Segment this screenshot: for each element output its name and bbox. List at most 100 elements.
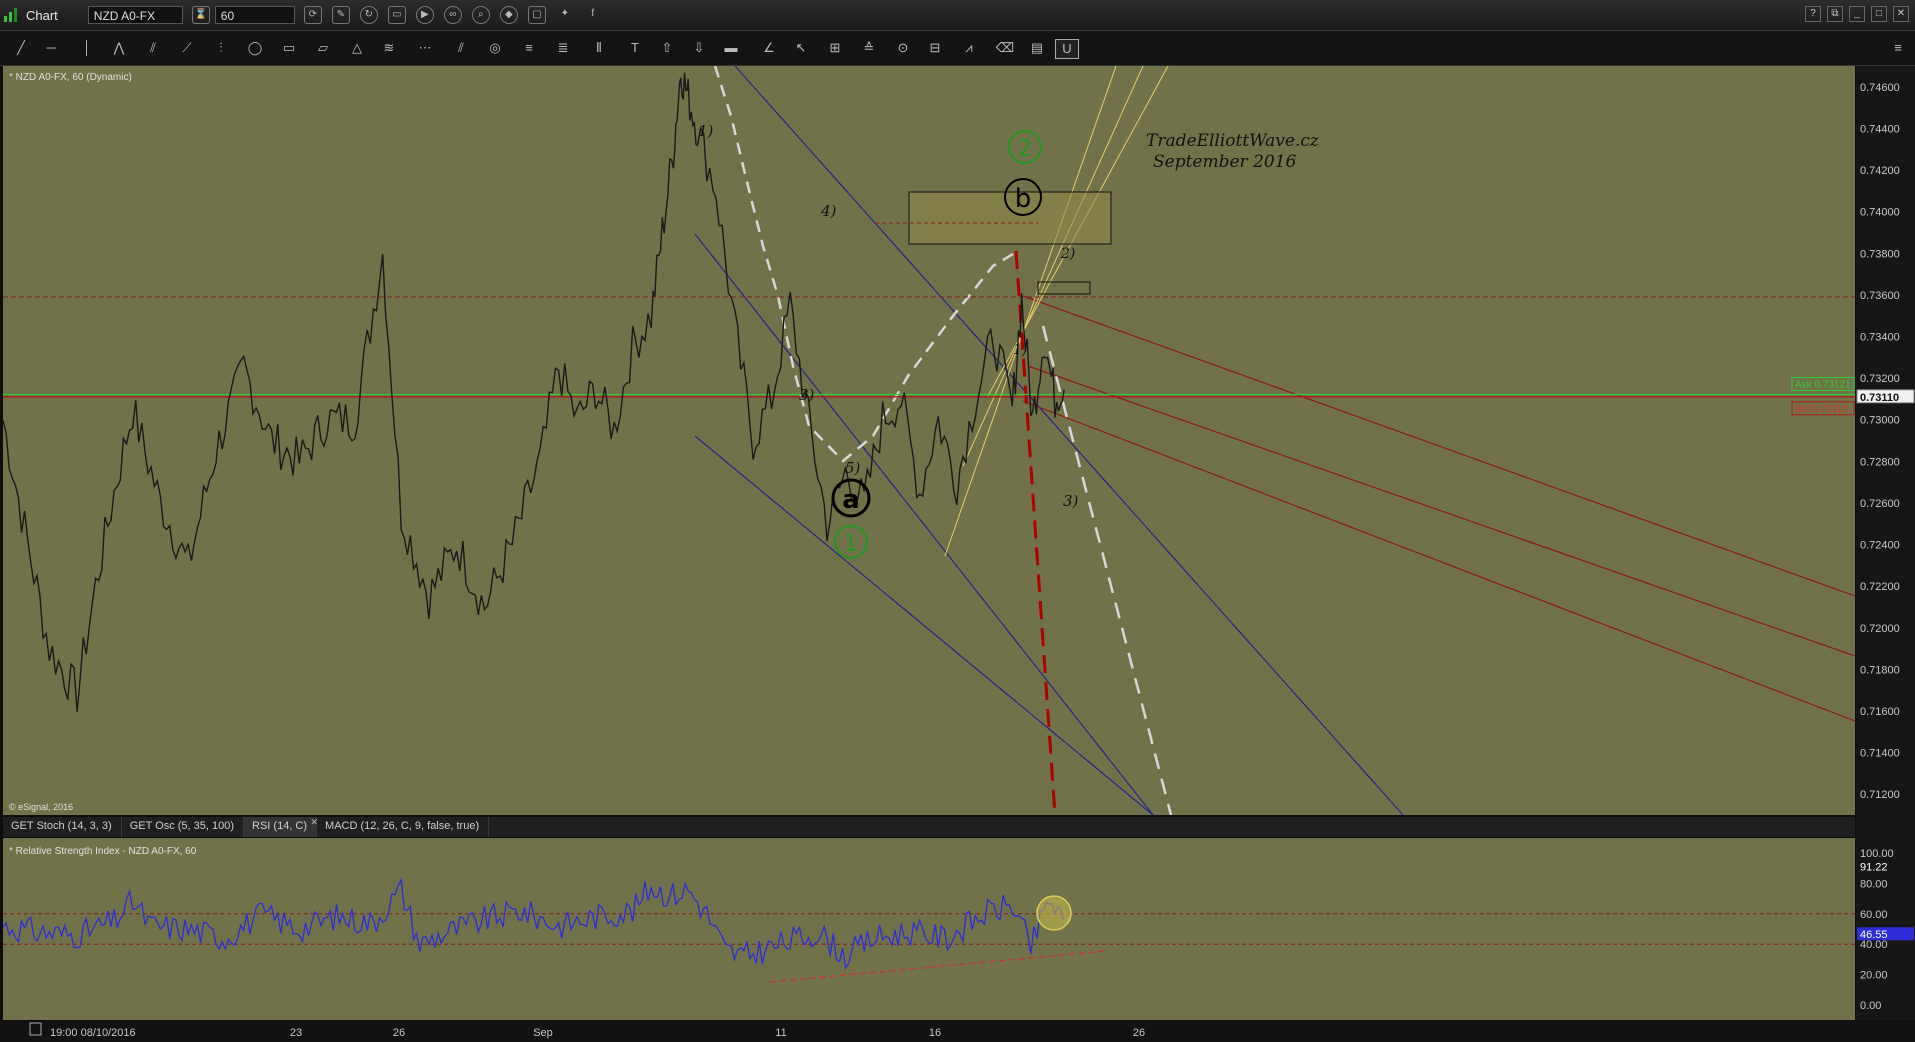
minimize-icon[interactable]: _	[1849, 6, 1865, 22]
price-pane[interactable]: * NZD A0-FX, 60 (Dynamic) © eSignal, 201…	[3, 66, 1855, 815]
rectangle-tool-icon[interactable]: ▭	[278, 39, 300, 57]
wave-label-4: 4)	[820, 202, 837, 220]
projection-path[interactable]	[713, 66, 1019, 463]
rsi-value-label: 46.55	[1860, 929, 1888, 941]
price-tick-label: 0.73800	[1860, 248, 1900, 260]
twitter-icon[interactable]: ✦	[556, 6, 574, 24]
layout-icon[interactable]: ▭	[387, 6, 406, 24]
grid-tool-icon[interactable]: ⊞	[824, 39, 846, 57]
rsi-info-text: * Relative Strength Index - NZD A0-FX, 6…	[9, 846, 197, 857]
channel-tool-icon[interactable]: ⫽	[450, 39, 472, 57]
price-tick-label: 0.74200	[1860, 165, 1900, 177]
toolbar-menu-icon[interactable]: ≡	[1887, 39, 1909, 57]
line-tool-icon[interactable]: ╱	[10, 39, 32, 57]
rsi-pane[interactable]: * Relative Strength Index - NZD A0-FX, 6…	[3, 838, 1855, 1020]
target-tool-icon[interactable]: ◎	[484, 39, 506, 57]
blue-channel-mid[interactable]	[694, 233, 1154, 815]
scroll-start-icon[interactable]	[29, 1022, 42, 1036]
vline-tool-icon[interactable]: │	[76, 39, 98, 57]
rsi-tick-label: 80.00	[1860, 878, 1888, 890]
clock-icon[interactable]: ⟳	[303, 6, 322, 24]
fib-fan-tool-icon[interactable]: ⟋	[176, 39, 198, 57]
window-title: Chart	[26, 7, 58, 23]
bar-tool-icon[interactable]: ▬	[720, 39, 742, 57]
help-icon[interactable]: ?	[1805, 6, 1821, 22]
pencil-icon[interactable]: ✎	[331, 6, 350, 24]
facebook-icon[interactable]: f	[584, 6, 602, 24]
close-icon[interactable]: ✕	[1893, 6, 1909, 22]
text-tool-icon[interactable]: T	[624, 39, 646, 57]
yellow-fan-line-2[interactable]	[962, 66, 1144, 467]
zigzag-tool-icon[interactable]: ⩘	[958, 39, 980, 57]
arrow-down-tool-icon[interactable]: ⇩	[688, 39, 710, 57]
regression-tool-icon[interactable]: ≋	[378, 39, 400, 57]
symbol-input[interactable]: NZD A0-FX	[87, 6, 183, 24]
play-icon[interactable]: ▶	[415, 6, 434, 24]
link-icon[interactable]: ∞	[443, 6, 462, 24]
fib-ext-tool-icon[interactable]: ≣	[552, 39, 574, 57]
red-fan-line-3[interactable]	[1022, 400, 1855, 722]
rsi-highlight-circle	[1036, 895, 1072, 931]
indicator-tab[interactable]: RSI (14, C) ✕	[244, 817, 318, 837]
fib-retrace-tool-icon[interactable]: ≡	[518, 39, 540, 57]
price-axis[interactable]: 0.74600 0.74400 0.74200 0.74000 0.73800 0.736…	[1856, 66, 1915, 1020]
indicator-tab-label: GET Osc (5, 35, 100)	[129, 820, 235, 832]
pane-info-text: * NZD A0-FX, 60 (Dynamic)	[9, 72, 132, 83]
fib-lines-tool-icon[interactable]: ⫶	[210, 39, 232, 57]
resistance-box[interactable]	[908, 191, 1112, 245]
refresh-icon[interactable]: ↻	[359, 6, 378, 24]
angle-tool-icon[interactable]: ∠	[758, 39, 780, 57]
rsi-chart-svg: * Relative Strength Index - NZD A0-FX, 6…	[3, 846, 1855, 983]
tag-icon[interactable]: ◆	[499, 6, 518, 24]
triangle-tool-icon[interactable]: △	[346, 39, 368, 57]
red-fan-line-2[interactable]	[1027, 365, 1855, 657]
indicator-tab[interactable]: GET Osc (5, 35, 100)	[122, 817, 245, 837]
cycle-tool-icon[interactable]: ⋯	[414, 39, 436, 57]
time-tick-label: 23	[290, 1027, 302, 1039]
wave-b-label: b	[1015, 184, 1032, 214]
arrow-up-tool-icon[interactable]: ⇧	[656, 39, 678, 57]
comment-tool-icon[interactable]: ▤	[1026, 39, 1048, 57]
time-zones-tool-icon[interactable]: ⦀	[588, 39, 610, 57]
price-tick-label: 0.74600	[1860, 82, 1900, 94]
projection-down-red[interactable]	[1014, 250, 1057, 815]
time-tick-label: Sep	[533, 1027, 553, 1039]
price-tick-label: 0.74400	[1860, 123, 1900, 135]
search-icon[interactable]: ⌕	[471, 6, 490, 24]
sub-wave-label-1: 1)	[1013, 342, 1027, 358]
indicator-tab[interactable]: MACD (12, 26, C, 9, false, true)	[317, 817, 490, 837]
chat-icon[interactable]: ▢	[527, 6, 546, 24]
wave-tool-icon[interactable]: ⋀	[108, 39, 130, 57]
rsi-tick-label: 60.00	[1860, 909, 1888, 921]
time-axis[interactable]: 19:00 08/10/2016 23 26 Sep 11 16 26	[0, 1021, 1915, 1042]
dock-icon[interactable]: ⧉	[1827, 6, 1843, 22]
time-tick-label: 11	[775, 1027, 786, 1039]
red-fan-line-1[interactable]	[1022, 295, 1855, 597]
hline-tool-icon[interactable]: ─	[40, 39, 62, 57]
interval-icon[interactable]: ⌛	[191, 6, 210, 24]
parallelogram-tool-icon[interactable]: ▱	[312, 39, 334, 57]
maximize-icon[interactable]: □	[1871, 6, 1887, 22]
blue-channel-lower[interactable]	[694, 435, 1154, 815]
time-tick-label: 26	[1133, 1027, 1145, 1039]
arrow-tool-icon[interactable]: ↖	[790, 39, 812, 57]
price-tick-label: 0.72600	[1860, 498, 1900, 510]
rsi-trendline[interactable]	[769, 950, 1107, 983]
wave-2-green-label: 2	[1018, 137, 1032, 162]
magnet-tool-icon[interactable]: U	[1055, 39, 1079, 59]
eraser-tool-icon[interactable]: ⌫	[994, 39, 1016, 57]
cycle-lines-tool-icon[interactable]: ⊙	[892, 39, 914, 57]
title-bar: Chart NZD A0-FX ⌛ 60 ⟳ ✎ ↻ ▭ ▶ ∞ ⌕ ◆ ▢ ✦…	[0, 0, 1915, 31]
pti-tool-icon[interactable]: ⊟	[924, 39, 946, 57]
drawings-layer	[694, 66, 1855, 815]
mob-tool-icon[interactable]: ≙	[858, 39, 880, 57]
price-chart-svg: * NZD A0-FX, 60 (Dynamic) © eSignal, 201…	[3, 66, 1855, 815]
price-tick-label: 0.72000	[1860, 623, 1900, 635]
rsi-tick-label: 0.00	[1860, 1000, 1881, 1012]
ellipse-tool-icon[interactable]: ◯	[244, 39, 266, 57]
blue-channel-upper[interactable]	[734, 66, 1404, 815]
indicator-tab[interactable]: GET Stoch (14, 3, 3)	[3, 817, 122, 837]
small-box[interactable]	[1037, 281, 1091, 295]
interval-input[interactable]: 60	[214, 6, 295, 24]
pitchfork-tool-icon[interactable]: ⫽	[142, 39, 164, 57]
